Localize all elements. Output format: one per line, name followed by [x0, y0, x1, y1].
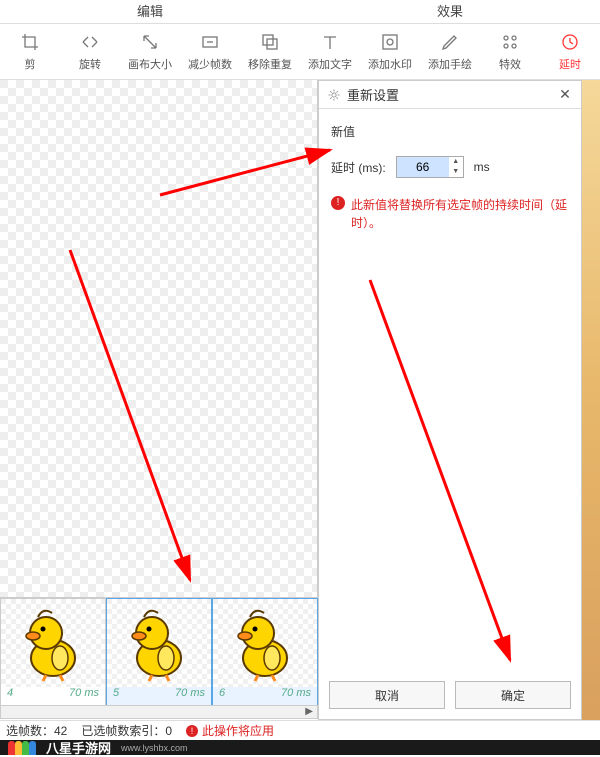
add-watermark-tool[interactable]: 添加水印 [360, 24, 420, 79]
delay-field-label: 延时 (ms): [331, 159, 386, 176]
delay-tool[interactable]: 延时 [540, 24, 600, 79]
add-text-tool[interactable]: 添加文字 [300, 24, 360, 79]
frame-thumb [107, 599, 211, 687]
remove-dup-icon [260, 32, 280, 52]
frame-ms: 70 ms [69, 687, 99, 705]
frame-index: 5 [113, 687, 119, 705]
pending-apply-text: 此操作将应用 [202, 722, 274, 739]
pencil-icon [440, 32, 460, 52]
warning-text: 此新值将替换所有选定帧的持续时间（延时）。 [351, 196, 569, 232]
brand-logo-icon [8, 741, 36, 755]
selected-count: 选帧数：42 [6, 722, 67, 739]
addtext-label: 添加文字 [308, 56, 352, 72]
frame-thumb [1, 599, 105, 687]
ok-button[interactable]: 确定 [455, 681, 571, 709]
frame-item[interactable]: 5 70 ms [106, 598, 212, 706]
reset-panel: 重新设置 ✕ 新值 延时 (ms): ▲ ▼ ms ! 此新值将替换所有选定帧的… [318, 80, 582, 720]
frame-item[interactable]: 6 70 ms [212, 598, 318, 706]
fx-icon [500, 32, 520, 52]
toolbar: 剪 旋转 画布大小 减少帧数 移除重复 添加文字 添加水印 添加手绘 特效 延时 [0, 24, 600, 80]
reduce-label: 减少帧数 [188, 56, 232, 72]
duck-icon [124, 603, 194, 683]
crop-icon [20, 32, 40, 52]
canvas-area[interactable] [0, 80, 318, 655]
frame-ms: 70 ms [175, 687, 205, 705]
adddraw-label: 添加手绘 [428, 56, 472, 72]
spin-up-button[interactable]: ▲ [449, 157, 463, 167]
background-strip [582, 80, 600, 720]
reduce-frames-icon [200, 32, 220, 52]
delay-label: 延时 [559, 56, 581, 72]
delay-unit: ms [474, 160, 490, 174]
frame-index: 6 [219, 687, 225, 705]
add-draw-tool[interactable]: 添加手绘 [420, 24, 480, 79]
frame-strip: 4 70 ms 5 70 ms 6 70 ms [0, 597, 318, 707]
frame-item[interactable]: 4 70 ms [0, 598, 106, 706]
brand-name: 八星手游网 [46, 738, 111, 757]
panel-close-button[interactable]: ✕ [557, 86, 573, 103]
frame-ms: 70 ms [281, 687, 311, 705]
warning-icon: ! [186, 725, 198, 737]
fx-tool[interactable]: 特效 [480, 24, 540, 79]
new-value-label: 新值 [331, 123, 569, 140]
cancel-button[interactable]: 取消 [329, 681, 445, 709]
clock-icon [560, 32, 580, 52]
canvas-label: 画布大小 [128, 56, 172, 72]
spin-down-button[interactable]: ▼ [449, 167, 463, 177]
remove-dup-tool[interactable]: 移除重复 [240, 24, 300, 79]
tab-edit[interactable]: 编辑 [0, 0, 300, 23]
watermark-label: 添加水印 [368, 56, 412, 72]
crop-label: 剪 [25, 56, 36, 72]
rotate-icon [80, 32, 100, 52]
frame-index: 4 [7, 687, 13, 705]
duck-icon [230, 603, 300, 683]
delay-spinbox[interactable]: ▲ ▼ [396, 156, 464, 178]
footer-brand: 八星手游网 www.lyshbx.com [0, 740, 600, 755]
rotate-label: 旋转 [79, 56, 101, 72]
duck-icon [18, 603, 88, 683]
tab-effect[interactable]: 效果 [300, 0, 600, 23]
warning-icon: ! [331, 196, 345, 210]
text-icon [320, 32, 340, 52]
watermark-icon [380, 32, 400, 52]
brand-site: www.lyshbx.com [121, 743, 188, 753]
selected-index: 已选帧数索引：0 [81, 722, 172, 739]
removedup-label: 移除重复 [248, 56, 292, 72]
scroll-right-button[interactable]: ▶ [0, 705, 318, 719]
canvas-size-tool[interactable]: 画布大小 [120, 24, 180, 79]
panel-title: 重新设置 [347, 85, 551, 104]
crop-tool[interactable]: 剪 [0, 24, 60, 79]
delay-input[interactable] [397, 157, 449, 177]
status-bar: 选帧数：42 已选帧数索引：0 ! 此操作将应用 [0, 720, 600, 740]
frame-thumb [213, 599, 317, 687]
rotate-tool[interactable]: 旋转 [60, 24, 120, 79]
expand-icon [140, 32, 160, 52]
fx-label: 特效 [499, 56, 521, 72]
gear-icon [327, 88, 341, 102]
reduce-frames-tool[interactable]: 减少帧数 [180, 24, 240, 79]
